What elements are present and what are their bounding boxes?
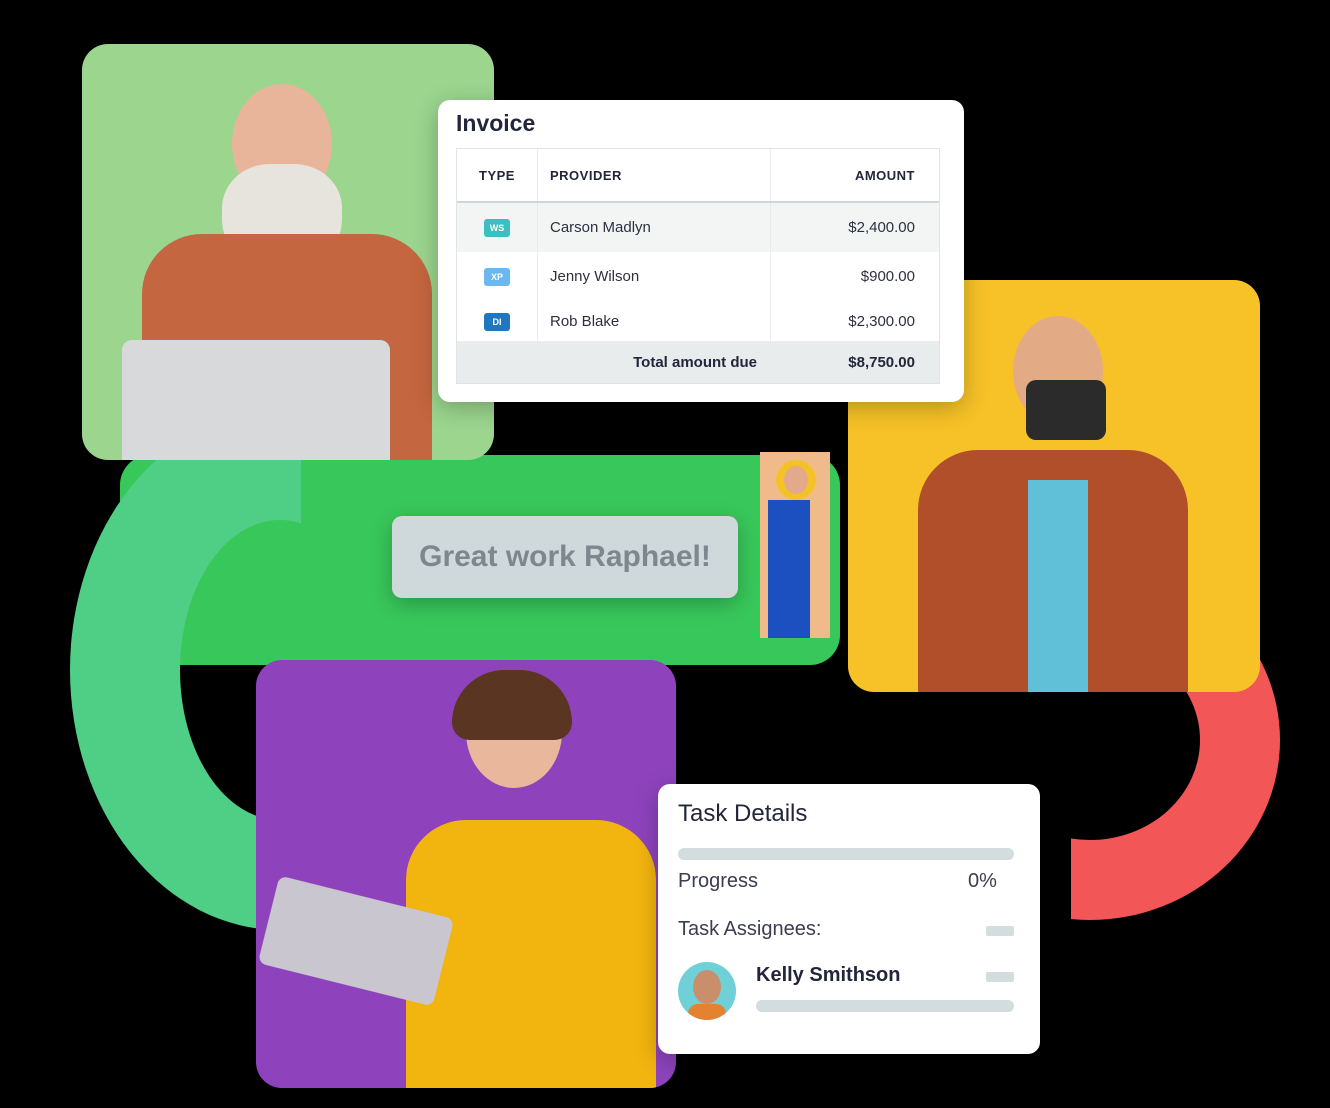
table-row: XP Jenny Wilson $900.00 bbox=[457, 252, 939, 301]
type-badge: XP bbox=[484, 268, 510, 286]
camera-image bbox=[1026, 380, 1106, 440]
sender-blazer bbox=[768, 500, 810, 638]
invoice-title: Invoice bbox=[456, 110, 536, 136]
provider-cell: Carson Madlyn bbox=[537, 203, 770, 252]
progress-bar bbox=[678, 848, 1014, 860]
total-value: $8,750.00 bbox=[848, 353, 915, 371]
progress-label: Progress bbox=[678, 870, 759, 892]
provider-cell: Rob Blake bbox=[537, 301, 770, 341]
amount-cell: $2,300.00 bbox=[770, 301, 939, 341]
task-title: Task Details bbox=[678, 800, 808, 827]
type-badge: DI bbox=[484, 312, 510, 331]
sender-face bbox=[784, 466, 808, 494]
header-amount: AMOUNT bbox=[770, 149, 939, 201]
sender-avatar bbox=[760, 452, 830, 638]
amount-cell: $2,400.00 bbox=[770, 203, 939, 252]
assignee-face bbox=[693, 970, 721, 1004]
amount-cell: $900.00 bbox=[770, 252, 939, 301]
invoice-table-header: TYPE PROVIDER AMOUNT bbox=[457, 149, 939, 203]
invoice-total-row: Total amount due $8,750.00 bbox=[457, 341, 939, 383]
invoice-card: Invoice TYPE PROVIDER AMOUNT WS Carson M… bbox=[438, 100, 964, 402]
assignees-label: Task Assignees: bbox=[678, 918, 822, 940]
avatar[interactable] bbox=[678, 962, 736, 1020]
photo-relaxed-man bbox=[82, 44, 494, 460]
assignee-shirt bbox=[688, 1004, 726, 1020]
woman-hair bbox=[452, 670, 572, 740]
total-label: Total amount due bbox=[633, 353, 757, 371]
provider-cell: Jenny Wilson bbox=[537, 252, 770, 301]
type-badge: WS bbox=[484, 219, 510, 237]
header-provider: PROVIDER bbox=[537, 149, 770, 201]
table-row: DI Rob Blake $2,300.00 bbox=[457, 301, 939, 341]
chat-message-bubble: Great work Raphael! bbox=[392, 516, 738, 598]
assignees-placeholder bbox=[986, 926, 1014, 936]
header-type: TYPE bbox=[479, 167, 515, 183]
assignee-name: Kelly Smithson bbox=[756, 964, 901, 986]
invoice-table: TYPE PROVIDER AMOUNT WS Carson Madlyn $2… bbox=[456, 148, 940, 384]
photographer-tshirt bbox=[1028, 480, 1088, 692]
photo-woman-laptop bbox=[256, 660, 676, 1088]
assignee-placeholder bbox=[986, 972, 1014, 982]
table-row: WS Carson Madlyn $2,400.00 bbox=[457, 203, 939, 252]
task-details-card: Task Details Progress 0% Task Assignees:… bbox=[658, 784, 1040, 1054]
progress-value: 0% bbox=[968, 870, 997, 892]
assignee-progress-bar bbox=[756, 1000, 1014, 1012]
laptop-image bbox=[122, 340, 390, 460]
